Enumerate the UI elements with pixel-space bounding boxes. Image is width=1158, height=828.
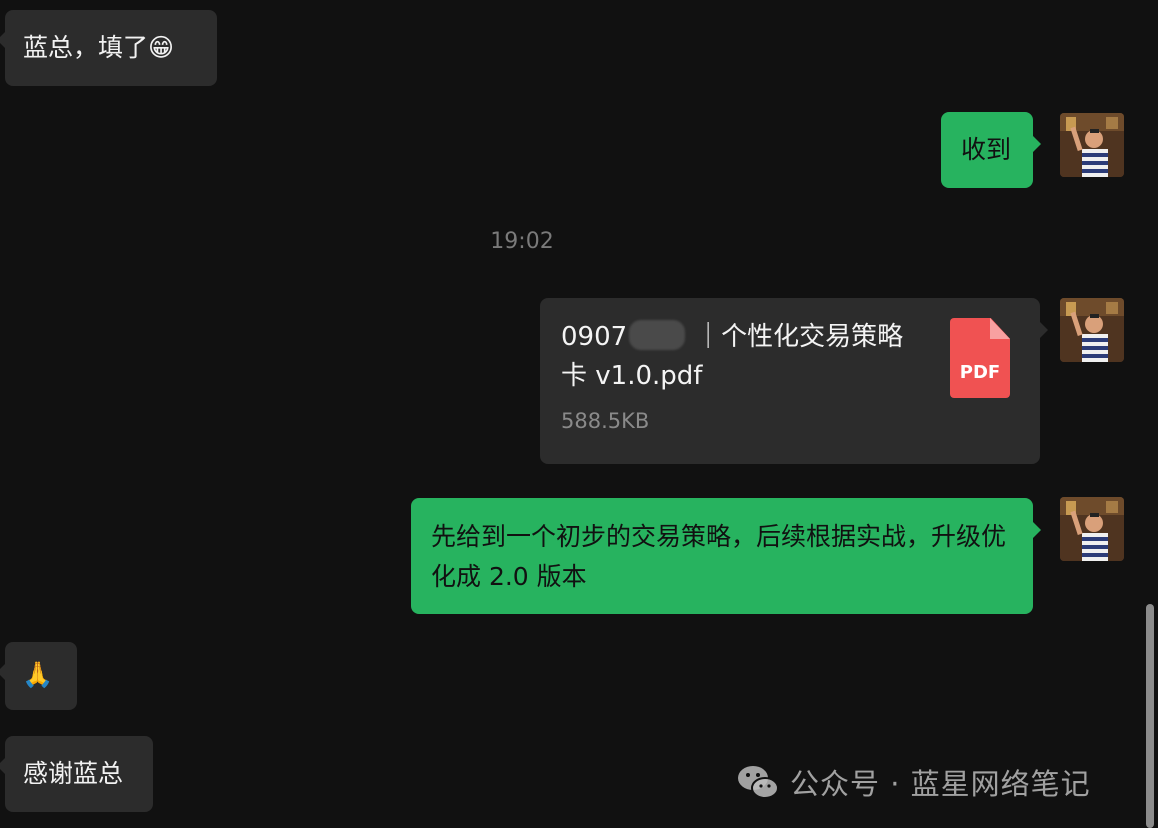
file-message-bubble[interactable]: 0907 ｜个性化交易策略 卡 v1.0.pdf 588.5KB PDF [540, 298, 1048, 464]
file-size: 588.5KB [561, 409, 650, 433]
redacted-text [629, 320, 686, 350]
bubble-tail [0, 32, 5, 48]
scrollbar[interactable] [1146, 604, 1154, 828]
message-bubble-incoming[interactable]: 感谢蓝总 [0, 736, 153, 812]
bubble-tail [1033, 522, 1041, 538]
file-name: 0907 ｜个性化交易策略 卡 v1.0.pdf [561, 320, 904, 391]
message-text: 先给到一个初步的交易策略，后续根据实战，升级优化成 2.0 版本 [431, 522, 1007, 591]
watermark-text: 公众号 · 蓝星网络笔记 [790, 767, 1091, 801]
message-bubble-incoming[interactable]: 蓝总，填了😁 [0, 10, 217, 86]
message-text: 蓝总，填了😁 [23, 33, 175, 62]
message-text: 收到 [961, 135, 1012, 164]
message-bubble-outgoing[interactable]: 先给到一个初步的交易策略，后续根据实战，升级优化成 2.0 版本 [411, 498, 1041, 614]
message-bubble-outgoing[interactable]: 收到 [941, 112, 1041, 188]
bubble-tail [1040, 322, 1048, 338]
timestamp: 19:02 [490, 229, 554, 254]
avatar[interactable] [1060, 113, 1124, 177]
bubble-tail [1033, 136, 1041, 152]
bubble-tail [0, 758, 5, 774]
bubble-tail [0, 664, 5, 680]
wechat-icon [738, 766, 779, 799]
watermark: 公众号 · 蓝星网络笔记 [736, 760, 1091, 804]
message-bubble-incoming[interactable]: 🙏 [0, 642, 77, 710]
avatar[interactable] [1060, 298, 1124, 362]
avatar[interactable] [1060, 497, 1124, 561]
pdf-label: PDF [959, 362, 1001, 383]
message-text: 感谢蓝总 [23, 759, 124, 788]
message-text: 🙏 [22, 660, 54, 689]
chat-window: 蓝总，填了😁 收到 19:02 0907｜个性化交易策略 卡 v1.0.pdf [0, 0, 1158, 828]
